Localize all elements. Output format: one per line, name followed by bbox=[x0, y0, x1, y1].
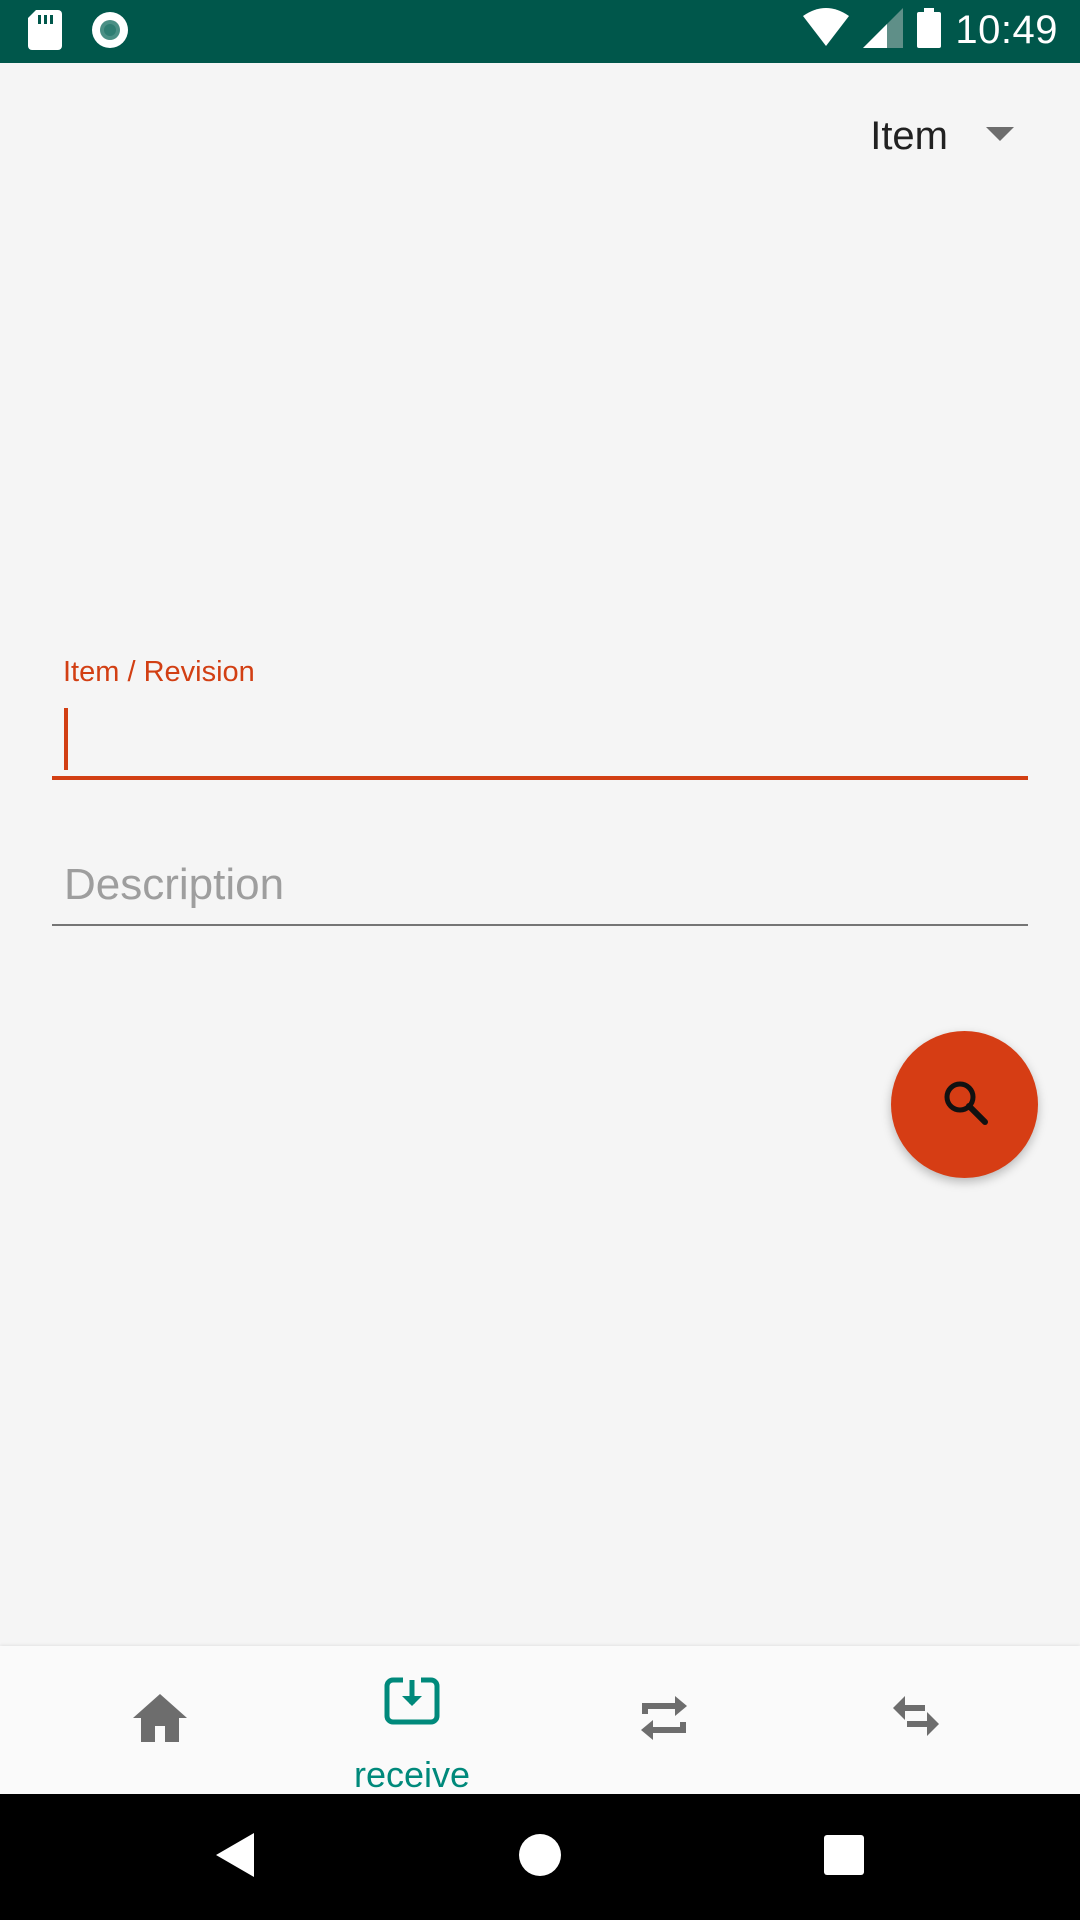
item-revision-label: Item / Revision bbox=[63, 656, 255, 688]
status-bar-right: 10:49 bbox=[803, 8, 1058, 53]
recents-icon bbox=[824, 1834, 864, 1880]
battery-icon bbox=[917, 8, 942, 53]
sd-card-icon bbox=[28, 10, 62, 55]
description-field[interactable] bbox=[52, 850, 1028, 930]
home-button[interactable] bbox=[480, 1794, 600, 1920]
text-cursor bbox=[64, 708, 68, 770]
search-fab-button[interactable] bbox=[891, 1031, 1038, 1178]
swap-horiz-icon bbox=[891, 1696, 941, 1741]
nav-item-home[interactable] bbox=[34, 1646, 286, 1794]
wifi-icon bbox=[803, 8, 850, 53]
status-time: 10:49 bbox=[955, 8, 1058, 52]
home-circle-icon bbox=[518, 1833, 562, 1882]
item-revision-input[interactable] bbox=[52, 706, 1028, 776]
item-revision-field[interactable]: Item / Revision bbox=[52, 650, 1028, 785]
dropdown-selected-value: Item bbox=[870, 113, 948, 158]
back-icon bbox=[216, 1832, 256, 1882]
nav-item-receive[interactable]: receive bbox=[286, 1646, 538, 1795]
bottom-navigation: receive bbox=[0, 1646, 1080, 1795]
item-revision-underline bbox=[52, 776, 1028, 780]
repeat-icon bbox=[639, 1692, 689, 1749]
signal-icon bbox=[863, 8, 904, 53]
record-icon bbox=[90, 10, 130, 55]
home-icon bbox=[133, 1694, 187, 1747]
back-button[interactable] bbox=[176, 1794, 296, 1920]
status-bar-left bbox=[28, 10, 130, 55]
item-type-dropdown[interactable]: Item bbox=[870, 108, 1014, 164]
description-underline bbox=[52, 924, 1028, 926]
dropdown-arrow-icon bbox=[986, 126, 1014, 146]
recents-button[interactable] bbox=[784, 1794, 904, 1920]
receive-icon bbox=[383, 1676, 441, 1731]
nav-item-swap[interactable] bbox=[790, 1646, 1042, 1794]
search-icon bbox=[940, 1077, 990, 1132]
system-navigation-bar bbox=[0, 1794, 1080, 1920]
nav-item-repeat[interactable] bbox=[538, 1646, 790, 1794]
status-bar: 10:49 bbox=[0, 0, 1080, 63]
description-input[interactable] bbox=[52, 850, 1028, 920]
nav-label-receive: receive bbox=[353, 1754, 471, 1795]
